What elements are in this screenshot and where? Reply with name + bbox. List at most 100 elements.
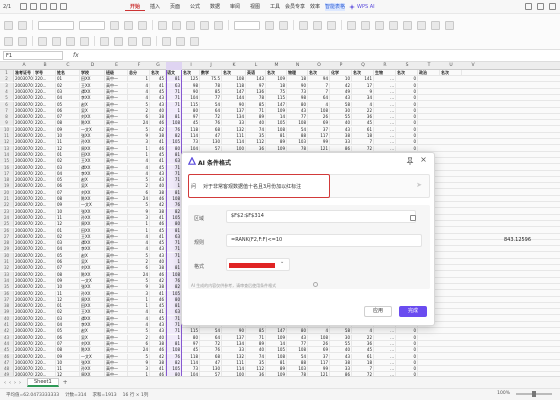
status-item: 计数=314 [65, 392, 87, 398]
row-col-icon[interactable] [403, 20, 412, 30]
freeze-icon[interactable] [431, 20, 440, 30]
format-label: 格式 [194, 264, 205, 270]
send-icon[interactable]: ➤ [416, 181, 422, 189]
share-icon[interactable] [525, 3, 532, 10]
worksheet-icon[interactable] [417, 20, 426, 30]
prompt-text[interactable]: 对于非常客观数据值十名且3月份加以红标注 [203, 183, 301, 190]
ai-disclaimer: AI 生成的内容仅供参考，请审查后使用条件格式 [191, 283, 277, 288]
align-left-icon[interactable] [158, 20, 167, 30]
percent-icon[interactable] [265, 20, 274, 30]
ribbon-toolbar [0, 14, 560, 50]
menu-tab[interactable]: 插入 [145, 3, 165, 11]
cell-style-icon[interactable] [327, 20, 336, 30]
find-icon[interactable] [445, 20, 454, 30]
pin-icon[interactable] [406, 157, 414, 165]
align-top-icon[interactable] [100, 36, 109, 46]
rule-field[interactable]: =RANK(F2,F:F)<=10 [226, 234, 422, 247]
toolbar-row-2 [0, 34, 560, 48]
range-picker-icon[interactable] [410, 215, 416, 221]
menu-tab[interactable]: 数据 [205, 3, 225, 11]
number-format-select[interactable] [234, 20, 260, 30]
rule-label: 规则 [194, 240, 205, 246]
status-item: 求和=1913 [92, 392, 117, 398]
align-bottom-icon[interactable] [128, 36, 137, 46]
sum-icon[interactable] [347, 20, 356, 30]
chevron-down-icon[interactable]: ⌄ [280, 259, 284, 265]
zoom-level[interactable]: 100% [497, 391, 510, 396]
align-center-icon[interactable] [172, 20, 181, 30]
menu-tab[interactable]: 公式 [185, 3, 205, 11]
comma-icon[interactable] [279, 20, 288, 30]
menu-tab[interactable]: 审阅 [225, 3, 245, 11]
sort-icon[interactable] [375, 20, 384, 30]
clear-icon[interactable] [80, 36, 89, 46]
paste-icon[interactable] [4, 20, 13, 30]
merge-icon[interactable] [214, 20, 223, 30]
font-color-icon[interactable] [66, 36, 75, 46]
fill-color-icon[interactable] [52, 36, 61, 46]
close-icon[interactable]: × [419, 156, 428, 165]
fx-icon[interactable]: fx [73, 52, 79, 59]
table-style-icon[interactable] [313, 20, 322, 30]
font-size-select[interactable] [79, 20, 105, 30]
italic-icon[interactable] [124, 20, 133, 30]
sheet-nav-arrow[interactable]: › [14, 380, 16, 386]
ai-logo-icon [188, 157, 196, 165]
range-field[interactable]: $F$2:$F$314 [226, 210, 416, 223]
decimal-increase-icon[interactable] [162, 36, 171, 46]
redo-icon[interactable] [60, 3, 67, 10]
file-badge[interactable]: 2/1 [0, 4, 18, 10]
menu-tab[interactable]: 智能表格 [325, 2, 345, 11]
home-icon[interactable] [20, 3, 27, 10]
info-icon[interactable] [313, 282, 318, 287]
status-bar: 平均值=62.0473333333 计数=314 求和=1913 16 行 × 1列 [0, 388, 560, 400]
menu-tab[interactable]: 视图 [245, 3, 265, 11]
apply-button[interactable]: 应用 [364, 306, 392, 317]
copy-icon[interactable] [18, 36, 27, 46]
ai-sparkle-icon [349, 3, 355, 10]
name-box[interactable]: F1 [3, 51, 63, 60]
sheet-nav-arrow[interactable]: › [19, 380, 21, 386]
save-icon[interactable] [30, 3, 37, 10]
more-icon[interactable] [549, 3, 556, 10]
menu-tab[interactable]: 页面 [165, 3, 185, 11]
undo-icon[interactable] [50, 3, 57, 10]
align-middle-icon[interactable] [114, 36, 123, 46]
conditional-format-icon[interactable] [299, 20, 308, 30]
decimal-decrease-icon[interactable] [176, 36, 185, 46]
underline-icon[interactable] [138, 20, 147, 30]
indent-icon[interactable] [142, 36, 151, 46]
zoom-slider-handle[interactable] [532, 391, 536, 397]
sheet-nav: ‹ ‹ › › [4, 380, 21, 386]
minimize-icon[interactable] [537, 3, 544, 10]
menu-tab[interactable]: 工具 [265, 3, 285, 11]
menu-tab[interactable]: 会员专享 [285, 3, 305, 11]
filter-icon[interactable] [361, 20, 370, 30]
add-sheet-button[interactable]: + [63, 379, 68, 386]
ai-conditional-format-dialog: AI 条件格式 × 问 对于非常客观数据值十名且3月份加以红标注 ➤ 区域 $F… [181, 152, 435, 326]
range-label: 区域 [194, 216, 205, 222]
wps-ai-button[interactable]: WPS AI [349, 3, 375, 10]
format-painter-icon[interactable] [4, 36, 13, 46]
sheet-nav-arrow[interactable]: ‹ [9, 380, 11, 386]
prompt-icon: 问 [191, 184, 197, 190]
formula-input[interactable] [87, 51, 560, 60]
wrap-text-icon[interactable] [200, 20, 209, 30]
cut-icon[interactable] [18, 20, 27, 30]
border-icon[interactable] [38, 36, 47, 46]
sheet-nav-arrow[interactable]: ‹ [4, 380, 6, 386]
window-controls [525, 3, 556, 10]
ribbon-tabs: 开始 插入 页面 公式 数据 审阅 视图 工具 会员专享 效率 智能表格 [125, 2, 345, 11]
menu-tab[interactable]: 开始 [125, 3, 145, 11]
done-button[interactable]: 完成 [399, 306, 427, 317]
bold-icon[interactable] [110, 20, 119, 30]
formula-bar: F1 fx [0, 50, 560, 62]
font-family-select[interactable] [38, 20, 74, 30]
format-color-swatch [229, 263, 275, 268]
align-right-icon[interactable] [186, 20, 195, 30]
menu-tab[interactable]: 效率 [305, 3, 325, 11]
currency-icon[interactable] [190, 36, 199, 46]
print-icon[interactable] [40, 3, 47, 10]
fill-icon[interactable] [389, 20, 398, 30]
sheet-tab[interactable]: Sheet1 [27, 378, 59, 387]
